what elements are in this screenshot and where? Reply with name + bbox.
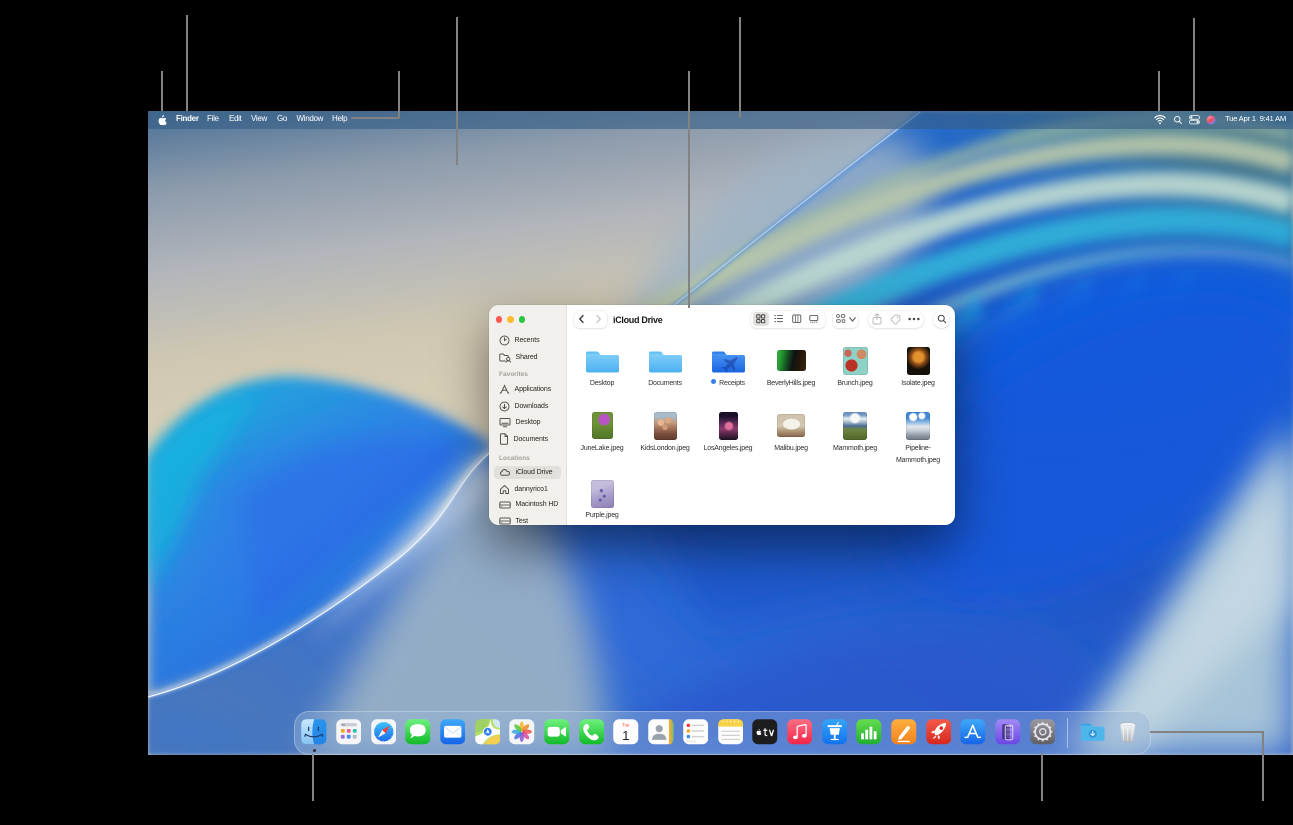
svg-text:1: 1 bbox=[622, 728, 629, 743]
svg-text:Tue: Tue bbox=[622, 723, 630, 728]
